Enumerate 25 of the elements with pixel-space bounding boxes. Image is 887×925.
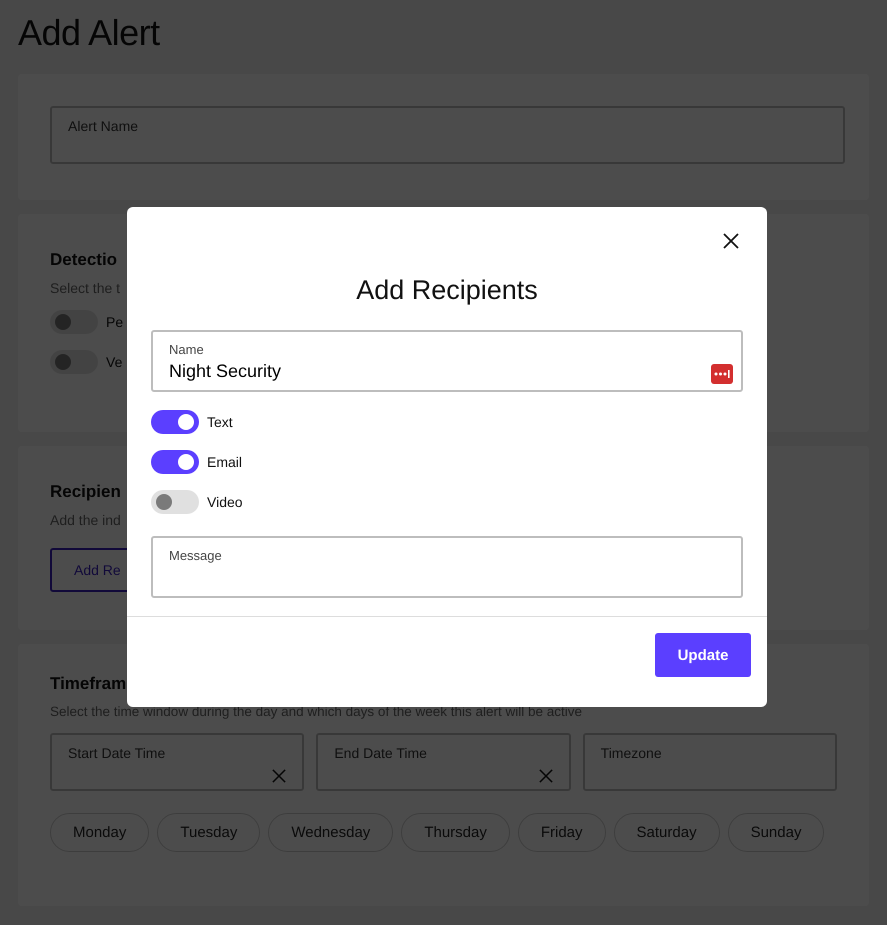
dialog-title: Add Recipients — [355, 275, 539, 306]
page-title: Add Alert — [18, 12, 161, 54]
field-placeholder: End Date Time — [334, 745, 427, 761]
toggle-label: Text — [207, 414, 233, 430]
section-heading: Detectio — [50, 250, 118, 270]
toggle-switch[interactable] — [151, 490, 199, 514]
toggle-label: Ve — [106, 354, 122, 370]
message-field[interactable]: Message — [151, 536, 743, 598]
field-label: Name — [169, 342, 205, 357]
field-placeholder: Message — [169, 548, 223, 563]
toggle-label: Email — [207, 454, 242, 470]
toggle-switch[interactable] — [151, 410, 199, 434]
field-placeholder: Start Date Time — [68, 745, 166, 761]
dots-icon[interactable] — [711, 364, 733, 384]
field-value: Night Security — [169, 361, 282, 382]
name-field[interactable]: Name Night Security — [151, 330, 743, 392]
field-placeholder: Alert Name — [68, 118, 138, 134]
toggle-label: Video — [207, 494, 243, 510]
close-icon[interactable] — [723, 233, 739, 249]
toggle-label: Pe — [106, 314, 124, 330]
update-button[interactable]: Update — [655, 633, 751, 677]
field-placeholder: Timezone — [600, 745, 662, 761]
section-heading: Timefram — [50, 674, 126, 694]
section-heading: Recipien — [50, 482, 121, 502]
toggle-switch[interactable] — [151, 450, 199, 474]
